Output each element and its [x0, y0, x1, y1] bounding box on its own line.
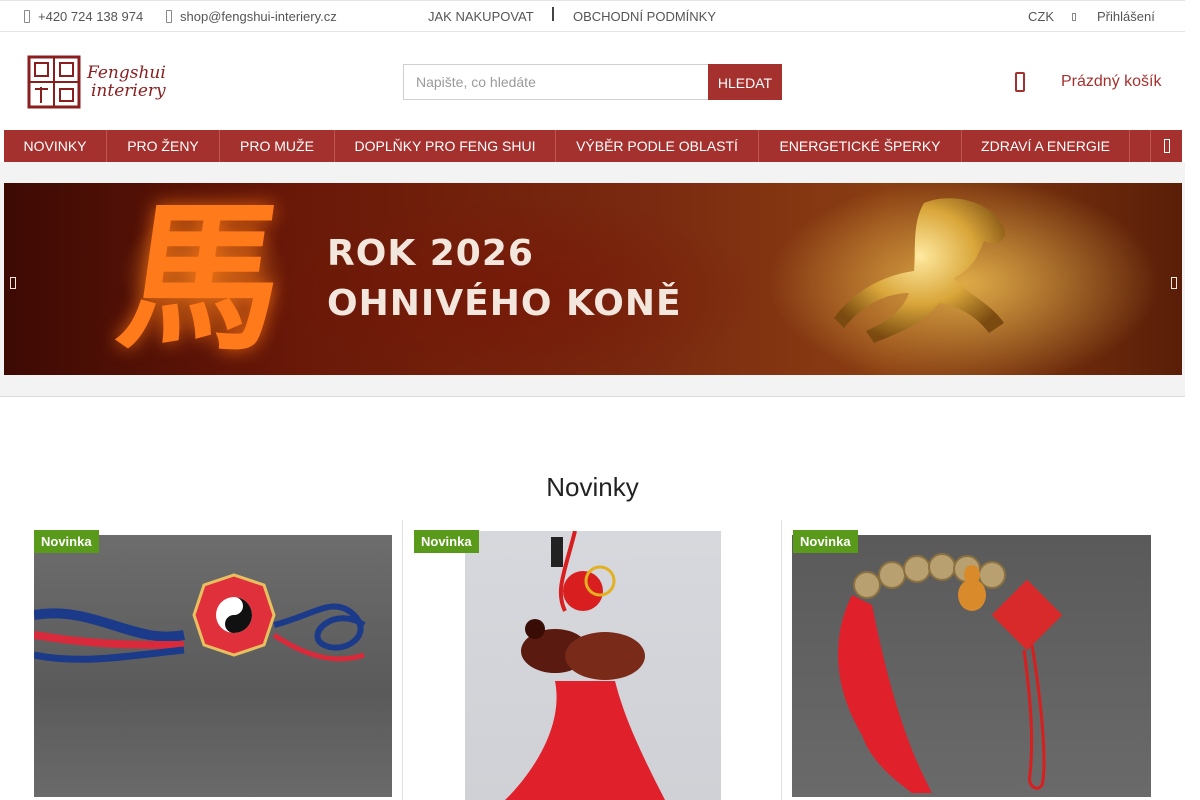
cart-label[interactable]: Prázdný košík — [1061, 73, 1161, 91]
golden-horse-image — [834, 198, 1005, 343]
carousel-next-icon[interactable] — [1171, 277, 1177, 289]
seal-icon — [27, 55, 81, 109]
product-image[interactable] — [792, 535, 1151, 797]
nav-item-pro-zeny[interactable]: PRO ŽENY — [107, 130, 220, 162]
chevron-down-icon — [1072, 12, 1076, 21]
phone-icon — [24, 10, 30, 23]
search-button[interactable]: HLEDAT — [708, 64, 782, 100]
hero-carousel: 馬 ROK 2026 OHNIVÉHO KONĚ — [0, 162, 1185, 397]
search-bar: HLEDAT — [403, 64, 782, 100]
new-badge: Novinka — [414, 530, 479, 553]
section-title: Novinky — [546, 472, 639, 502]
new-badge: Novinka — [34, 530, 99, 553]
nav-item-novinky[interactable]: NOVINKY — [4, 130, 107, 162]
envelope-icon — [166, 10, 172, 23]
product-image[interactable] — [34, 535, 392, 797]
divider — [552, 7, 554, 21]
phone-contact[interactable]: +420 724 138 974 — [24, 9, 143, 24]
logo-wordmark: Fengshui interiery — [87, 63, 166, 101]
email-contact[interactable]: shop@fengshui-interiery.cz — [166, 9, 337, 24]
horse-character: 馬 — [108, 184, 296, 372]
link-terms[interactable]: OBCHODNÍ PODMÍNKY — [573, 9, 716, 24]
phone-number[interactable]: +420 724 138 974 — [38, 9, 143, 24]
top-bar: +420 724 138 974 shop@fengshui-interiery… — [0, 0, 1185, 32]
banner-headline: ROK 2026 OHNIVÉHO KONĚ — [327, 233, 682, 324]
nav-item-pro-muze[interactable]: PRO MUŽE — [220, 130, 335, 162]
product-card[interactable]: Novinka — [781, 520, 1161, 800]
nav-item-doplnky[interactable]: DOPLŇKY PRO FENG SHUI — [335, 130, 556, 162]
product-image[interactable] — [465, 531, 721, 800]
nav-more-button[interactable] — [1150, 130, 1182, 162]
main-nav: NOVINKY PRO ŽENY PRO MUŽE DOPLŇKY PRO FE… — [4, 130, 1182, 162]
site-logo[interactable]: Fengshui interiery — [27, 54, 167, 110]
link-how-to-buy[interactable]: JAK NAKUPOVAT — [428, 9, 534, 24]
login-link[interactable]: Přihlášení — [1097, 9, 1155, 24]
product-card[interactable]: Novinka — [0, 520, 392, 800]
currency-select[interactable]: CZK — [1028, 9, 1076, 24]
hero-banner[interactable]: 馬 ROK 2026 OHNIVÉHO KONĚ — [4, 183, 1182, 375]
cart-icon[interactable] — [1015, 72, 1025, 92]
search-input[interactable] — [403, 64, 708, 100]
nav-item-zdravi-a-energie[interactable]: ZDRAVÍ A ENERGIE — [962, 130, 1130, 162]
new-badge: Novinka — [793, 530, 858, 553]
nav-item-vyber-podle-oblasti[interactable]: VÝBĚR PODLE OBLASTÍ — [556, 130, 759, 162]
product-card[interactable]: Novinka — [402, 520, 782, 800]
carousel-prev-icon[interactable] — [10, 277, 16, 289]
nav-item-energeticke-sperky[interactable]: ENERGETICKÉ ŠPERKY — [759, 130, 962, 162]
email-address[interactable]: shop@fengshui-interiery.cz — [180, 9, 337, 24]
currency-value: CZK — [1028, 9, 1054, 24]
menu-icon — [1163, 139, 1170, 153]
